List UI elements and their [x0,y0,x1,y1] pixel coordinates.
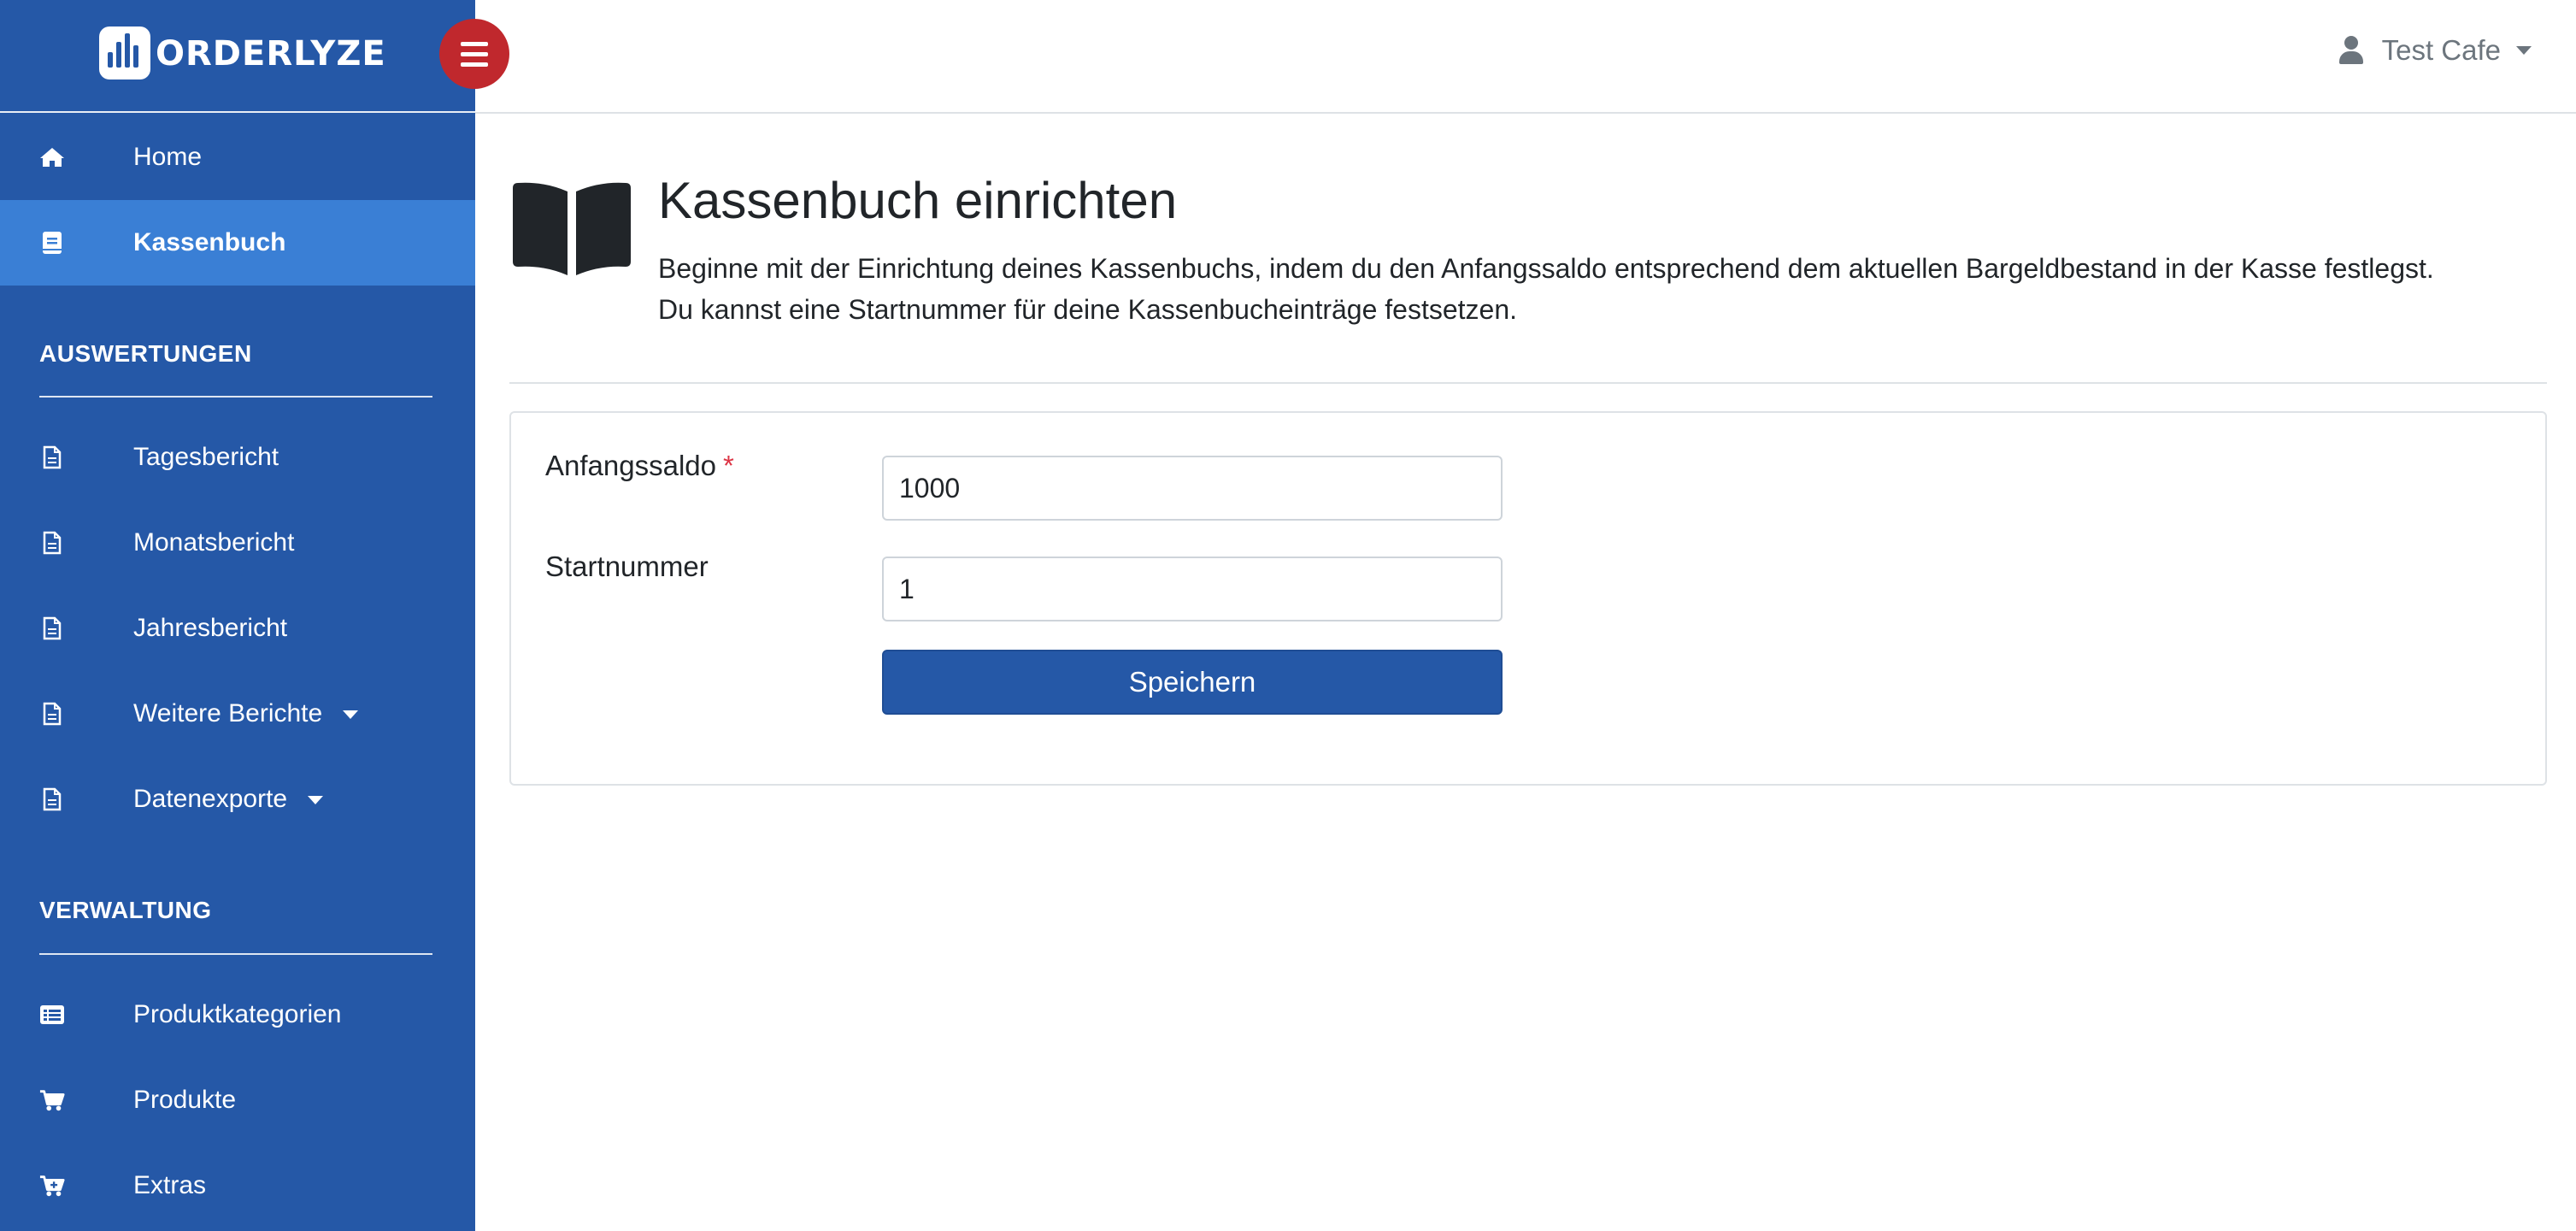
sidebar-item-label: Extras [133,1171,207,1199]
sidebar-item-label: Weitere Berichte [133,699,323,727]
user-menu[interactable]: Test Cafe [2338,34,2532,67]
sidebar-item-label-with-caret: Datenexporte [133,785,324,814]
section-divider [39,396,432,398]
page-description: Beginne mit der Einrichtung deines Kasse… [658,248,2538,330]
hamburger-icon [461,41,488,46]
section-divider [39,953,432,955]
user-icon [2338,36,2363,65]
page-description-line: Beginne mit der Einrichtung deines Kasse… [658,253,2434,284]
start-number-label: Startnummer [545,551,709,582]
brand[interactable]: ORDERLYZE [0,0,475,113]
header-divider [509,382,2547,384]
page-title: Kassenbuch einrichten [658,172,1178,229]
opening-balance-label: Anfangssaldo * [545,450,734,481]
list-icon [39,1002,65,1028]
sidebar-item-label: Monatsbericht [133,528,295,557]
sidebar-item-label: Kassenbuch [133,228,286,256]
page-description-line: Du kannst eine Startnummer für deine Kas… [658,294,1518,325]
required-marker: * [722,450,734,481]
save-button[interactable]: Speichern [882,650,1503,715]
book-icon [39,230,65,256]
document-icon [39,616,65,641]
chevron-down-icon [343,710,359,720]
sidebar-item-datenexporte[interactable]: Datenexporte [0,757,475,842]
user-name: Test Cafe [2381,34,2501,66]
sidebar-item-home[interactable]: Home [0,115,475,200]
section-heading-verwaltung: VERWALTUNG [39,897,212,923]
sidebar-item-jahresbericht[interactable]: Jahresbericht [0,586,475,671]
sidebar-item-extras[interactable]: Extras [0,1143,475,1228]
cart-plus-icon [39,1173,65,1199]
chevron-down-icon [308,796,324,805]
open-book-icon [513,182,631,275]
home-icon [39,144,65,170]
opening-balance-input[interactable] [882,456,1503,521]
setup-form-card: Anfangssaldo* Startnummer Speichern [509,411,2547,786]
orderlyze-logo-icon [99,27,150,80]
menu-toggle-button[interactable] [439,19,509,89]
sidebar-item-label-with-caret: Weitere Berichte [133,699,359,728]
sidebar-item-label: Home [133,143,203,171]
document-icon [39,786,65,812]
sidebar-item-label: Produkte [133,1086,237,1114]
topbar: Test Cafe [475,0,2576,114]
sidebar-item-label: Tagesbericht [133,443,279,471]
sidebar-item-produktkategorien[interactable]: Produktkategorien [0,972,475,1057]
sidebar-item-label: Produktkategorien [133,1000,342,1028]
sidebar-item-tagesbericht[interactable]: Tagesbericht [0,415,475,500]
cart-icon [39,1087,65,1113]
document-icon [39,445,65,470]
sidebar: ORDERLYZE Home Kassenbuch AUSWERTUNGEN T… [0,0,475,1231]
chevron-down-icon [2516,46,2532,55]
sidebar-item-monatsbericht[interactable]: Monatsbericht [0,500,475,586]
sidebar-item-kassenbuch[interactable]: Kassenbuch [0,200,475,286]
start-number-input[interactable] [882,557,1503,621]
sidebar-item-label: Jahresbericht [133,614,288,642]
brand-name: ORDERLYZE [156,34,386,74]
sidebar-item-produkte[interactable]: Produkte [0,1057,475,1143]
document-icon [39,701,65,727]
sidebar-item-weitere-berichte[interactable]: Weitere Berichte [0,671,475,757]
document-icon [39,530,65,556]
sidebar-item-label: Datenexporte [133,785,288,813]
section-heading-auswertungen: AUSWERTUNGEN [39,340,252,367]
